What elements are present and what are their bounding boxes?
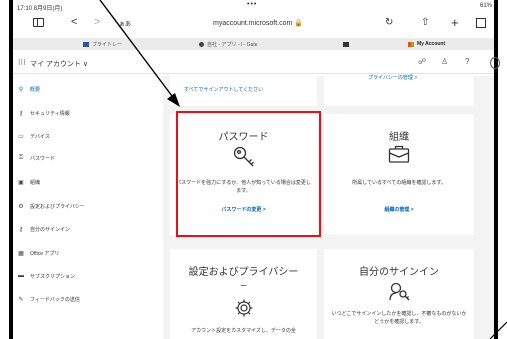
sign-out-link[interactable]: すべてでサインアウトしてください — [184, 86, 263, 93]
sidebar-item-devices[interactable]: ▭ デバイス — [17, 129, 50, 143]
card-title: 設定およびプライバシー — [188, 267, 299, 278]
sidebar-item-label: 設定およびプライバシー — [30, 203, 85, 210]
page-icon — [343, 41, 349, 47]
sidebar-item-signins[interactable]: ⚷ 自分のサインイン — [17, 222, 70, 236]
sign-in-icon: ⚷ — [18, 226, 24, 233]
app-title[interactable]: マイ アカウント ∨ — [30, 59, 88, 69]
microsoft-logo-icon — [408, 41, 414, 47]
person-icon: ⚲ — [18, 86, 24, 93]
sidebar-item-label: 組織 — [30, 179, 41, 186]
sidebar-item-label: Office アプリ — [30, 250, 60, 257]
avatar[interactable] — [490, 57, 500, 69]
briefcase-icon: ▣ — [18, 179, 24, 186]
app-header: ⁝⁝⁝ マイ アカウント ∨ ☍ ♙ ? — [13, 52, 500, 74]
password-card-highlight — [176, 111, 321, 237]
briefcase-icon — [324, 144, 474, 164]
status-dots: ••• — [247, 1, 258, 8]
people-icon[interactable]: ☍ — [418, 57, 426, 66]
tab-label: ブライトレー — [92, 41, 123, 48]
tab-bright[interactable]: ブライトレー — [83, 38, 122, 50]
reload-icon[interactable]: ↻ — [385, 17, 393, 28]
office-icon: ▦ — [18, 250, 24, 257]
laptop-icon: ▭ — [18, 133, 24, 140]
card-title: 組織 — [389, 132, 409, 143]
card-title: 自分のサインイン — [359, 267, 439, 278]
settings-icon: ⚙ — [18, 203, 24, 210]
text-size-button[interactable]: ぁあ — [119, 19, 131, 28]
frame-bar-right — [494, 0, 498, 339]
card-privacy: プライバシーの管理 > — [324, 74, 474, 106]
card-title-dash: – — [240, 280, 247, 291]
new-tab-icon[interactable]: + — [451, 15, 459, 30]
gear-icon — [170, 298, 317, 318]
sidebar-item-organization[interactable]: ▣ 組織 — [17, 175, 40, 189]
card-description: アカウント設定をカスタマイズし、データの全 — [191, 328, 296, 334]
card-settings-privacy: 設定およびプライバシー – アカウント設定をカスタマイズし、データの全 — [170, 249, 317, 339]
status-bar: 17:10 8月9日(月) ••• 61% — [13, 0, 494, 13]
sidebar-item-overview[interactable]: ⚲ 概要 — [17, 82, 40, 96]
key-icon: ⚿ — [18, 154, 24, 161]
sidebar-item-label: 概要 — [30, 86, 41, 93]
tab-overview-icon[interactable] — [476, 18, 486, 28]
browser-toolbar: < > ぁあ myaccount.microsoft.com 🔒 ↻ ⇧ + — [13, 14, 494, 34]
tab-igate[interactable]: 自社 - アプリ - I - Gate — [199, 38, 258, 50]
status-time: 17:10 8月9日(月) — [17, 6, 63, 12]
tab-label: 自社 - アプリ - I - Gate — [207, 41, 258, 48]
sidebar-item-settings[interactable]: ⚙ 設定およびプライバシー — [17, 199, 85, 213]
help-icon[interactable]: ? — [465, 57, 469, 66]
screenshot: 17:10 8月9日(月) ••• 61% < > ぁあ myaccount.m… — [0, 0, 507, 339]
back-icon[interactable]: < — [71, 16, 77, 28]
address-field[interactable]: myaccount.microsoft.com 🔒 — [213, 19, 303, 27]
feedback-icon: ✎ — [18, 296, 24, 303]
card-description: いつどこでサインインしたかを確認し、不審なものがないかどうかを確認します。 — [331, 311, 467, 325]
sidebar-item-label: デバイス — [30, 133, 50, 140]
word-icon — [83, 41, 89, 47]
forward-icon[interactable]: > — [94, 16, 100, 28]
sidebar-toggle-icon[interactable] — [33, 18, 44, 27]
card-organization: 組織 所属しているすべての組織を確認します。 組織の管理 > — [324, 114, 474, 235]
sidebar-item-subscriptions[interactable]: ▬ サブスクリプション — [17, 269, 75, 283]
sidebar-item-feedback[interactable]: ✎ フィードバックの送信 — [17, 292, 80, 306]
sidebar-item-label: セキュリティ情報 — [30, 110, 70, 117]
tab-my-account[interactable]: My Account — [408, 38, 445, 50]
privacy-manage-link[interactable]: プライバシーの管理 > — [368, 74, 417, 81]
globe-icon — [199, 41, 204, 47]
sidebar-item-label: 自分のサインイン — [30, 226, 71, 233]
share-icon[interactable]: ⇧ — [421, 17, 429, 28]
manage-organization-link[interactable]: 組織の管理 > — [324, 206, 474, 213]
sidebar-item-security[interactable]: ⚷ セキュリティ情報 — [17, 106, 70, 120]
subscription-icon: ▬ — [18, 273, 24, 279]
battery-indicator: 61% — [479, 3, 492, 9]
app-grid-icon[interactable]: ⁝⁝⁝ — [18, 58, 26, 67]
card-my-signins: 自分のサインイン いつどこでサインインしたかを確認し、不審なものがないかどうかを… — [324, 249, 474, 339]
security-key-icon: ⚷ — [18, 110, 24, 117]
sidebar: ⚲ 概要 ⚷ セキュリティ情報 ▭ デバイス ⚿ パスワード ▣ 組織 ⚙ 設定… — [13, 76, 163, 339]
card-devices: すべてでサインアウトしてください — [170, 76, 317, 106]
card-description: 所属しているすべての組織を確認します。 — [352, 180, 446, 186]
tab-label: My Account — [417, 41, 446, 47]
sign-in-icon — [324, 281, 474, 303]
tab-bar: ブライトレー 自社 - アプリ - I - Gate My Account — [13, 38, 494, 50]
tab-blank[interactable] — [343, 38, 349, 50]
sidebar-item-label: パスワード — [30, 155, 56, 162]
sidebar-item-label: フィードバックの送信 — [30, 296, 80, 303]
sidebar-item-password[interactable]: ⚿ パスワード — [17, 151, 55, 165]
sidebar-item-label: サブスクリプション — [30, 273, 76, 280]
sidebar-item-office-apps[interactable]: ▦ Office アプリ — [17, 246, 59, 260]
user-icon[interactable]: ♙ — [441, 57, 448, 66]
